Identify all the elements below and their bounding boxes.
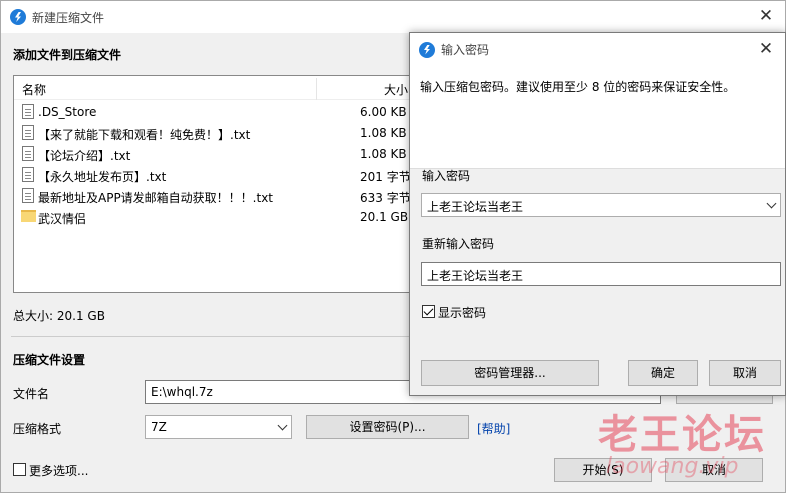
file-name: 【论坛介绍】.txt	[38, 149, 131, 163]
file-icon	[22, 167, 34, 182]
watermark-text: 老王论坛	[598, 412, 766, 458]
watermark-url: laowang.vip	[606, 454, 739, 479]
file-icon	[22, 146, 34, 161]
file-list[interactable]: 名称 大小 .DS_Store 6.00 KB 【来了就能下载和观看！纯免费！】…	[13, 75, 423, 293]
password-manager-button[interactable]: 密码管理器...	[421, 360, 599, 386]
column-header-name[interactable]: 名称	[22, 81, 46, 98]
file-row[interactable]: 【来了就能下载和观看！纯免费！】.txt 1.08 KB	[14, 123, 422, 144]
add-files-section-title: 添加文件到压缩文件	[13, 48, 122, 62]
file-row[interactable]: .DS_Store 6.00 KB	[14, 102, 422, 123]
file-icon	[22, 104, 34, 119]
password-dialog-title: 输入密码	[441, 43, 490, 57]
close-icon[interactable]: ✕	[757, 40, 775, 58]
chevron-down-icon	[766, 198, 777, 209]
folder-row[interactable]: 武汉情侣 20.1 GB	[14, 207, 422, 228]
show-password-checkbox[interactable]	[422, 305, 435, 318]
file-size: 1.08 KB	[360, 147, 407, 161]
folder-size: 20.1 GB	[360, 210, 409, 224]
help-link[interactable]: [帮助]	[477, 420, 510, 437]
format-select[interactable]: 7Z	[145, 415, 292, 439]
file-icon	[22, 125, 34, 140]
close-icon[interactable]: ✕	[757, 7, 775, 25]
main-window-title: 新建压缩文件	[32, 10, 105, 25]
enter-password-label: 输入密码	[422, 169, 471, 183]
more-options-checkbox[interactable]	[13, 463, 26, 476]
main-titlebar: 新建压缩文件 ✕	[1, 1, 785, 33]
folder-icon	[21, 210, 36, 222]
file-row[interactable]: 【论坛介绍】.txt 1.08 KB	[14, 144, 422, 165]
app-icon	[10, 9, 26, 25]
reenter-password-label: 重新输入密码	[422, 237, 495, 251]
format-label: 压缩格式	[13, 422, 62, 436]
password-combobox[interactable]: 上老王论坛当老王	[421, 193, 781, 217]
file-size: 201 字节	[360, 170, 411, 184]
file-name: 【来了就能下载和观看！纯免费！】.txt	[38, 128, 251, 142]
column-header-size[interactable]: 大小	[384, 81, 408, 98]
folder-name: 武汉情侣	[38, 212, 87, 226]
password-dialog-titlebar: 输入密码 ✕	[410, 33, 785, 66]
file-name: .DS_Store	[38, 105, 97, 119]
password-cancel-button[interactable]: 取消	[709, 360, 781, 386]
show-password-label[interactable]: 显示密码	[438, 304, 486, 321]
total-size: 总大小: 20.1 GB	[13, 309, 105, 323]
ok-button[interactable]: 确定	[628, 360, 698, 386]
file-row[interactable]: 最新地址及APP请发邮箱自动获取！！！.txt 633 字节	[14, 186, 422, 207]
file-size: 633 字节	[360, 191, 411, 205]
password-dialog-header: 输入压缩包密码。建议使用至少 8 位的密码来保证安全性。	[410, 66, 785, 169]
chevron-down-icon	[277, 420, 288, 431]
column-separator[interactable]	[316, 78, 317, 100]
settings-section-title: 压缩文件设置	[13, 353, 86, 367]
reenter-password-input[interactable]: 上老王论坛当老王	[421, 262, 781, 286]
password-value: 上老王论坛当老王	[427, 200, 524, 214]
password-description: 输入压缩包密码。建议使用至少 8 位的密码来保证安全性。	[420, 80, 736, 94]
app-icon	[419, 41, 435, 58]
file-icon	[22, 188, 34, 203]
set-password-button[interactable]: 设置密码(P)...	[306, 415, 469, 439]
file-list-header: 名称 大小	[14, 76, 422, 100]
file-name: 【永久地址发布页】.txt	[38, 170, 167, 184]
file-size: 6.00 KB	[360, 105, 407, 119]
file-size: 1.08 KB	[360, 126, 407, 140]
file-row[interactable]: 【永久地址发布页】.txt 201 字节	[14, 165, 422, 186]
password-dialog: 输入密码 ✕ 输入压缩包密码。建议使用至少 8 位的密码来保证安全性。 输入密码…	[409, 32, 786, 396]
format-select-value: 7Z	[151, 420, 167, 434]
file-name: 最新地址及APP请发邮箱自动获取！！！.txt	[38, 191, 274, 205]
filename-label: 文件名	[13, 387, 50, 401]
more-options-label[interactable]: 更多选项...	[29, 462, 88, 479]
